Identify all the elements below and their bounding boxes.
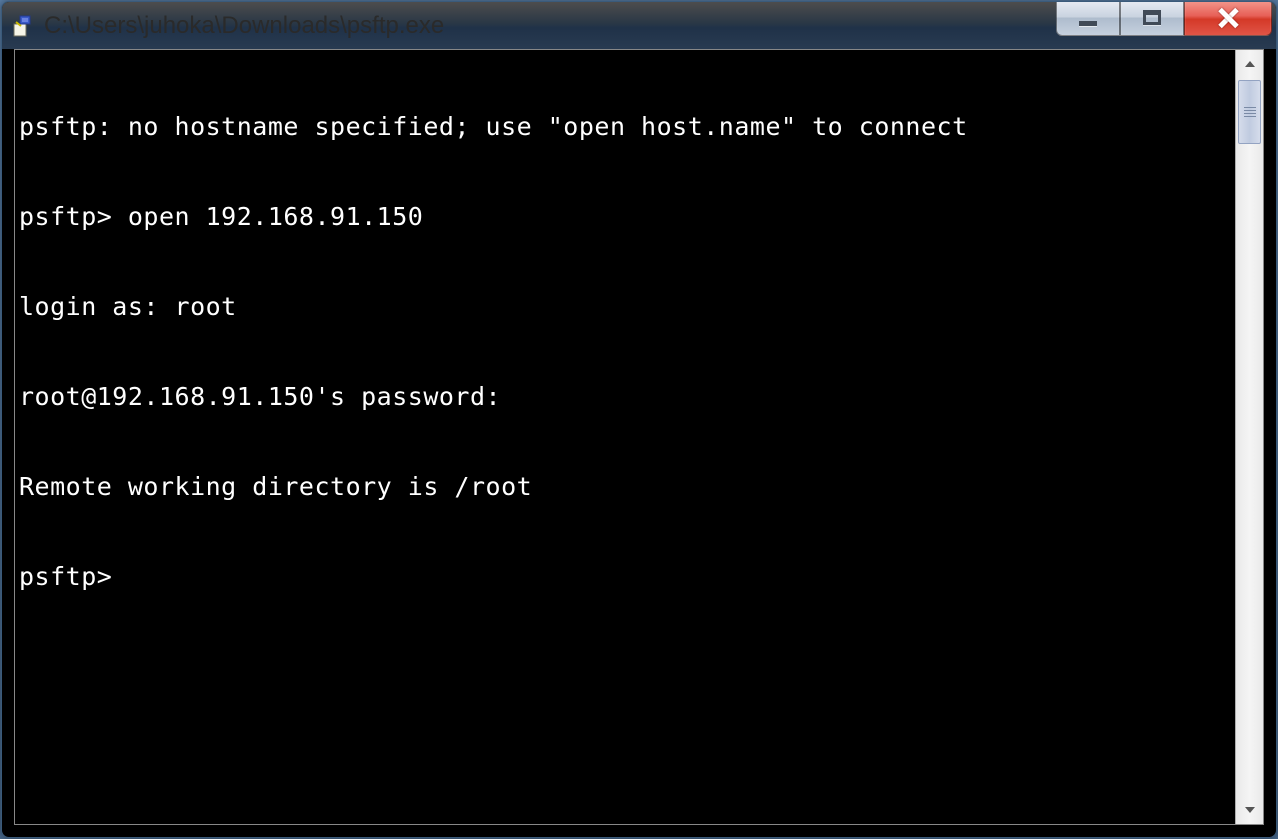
- minimize-button[interactable]: [1056, 1, 1120, 36]
- terminal-line: login as: root: [19, 292, 1231, 322]
- terminal-line: Remote working directory is /root: [19, 472, 1231, 502]
- vertical-scrollbar[interactable]: [1235, 50, 1263, 824]
- chevron-up-icon: [1245, 61, 1255, 67]
- terminal-line: psftp>: [19, 562, 1231, 592]
- terminal-line: root@192.168.91.150's password:: [19, 382, 1231, 412]
- minimize-icon: [1079, 21, 1097, 26]
- window-controls: [1056, 1, 1272, 36]
- scroll-track[interactable]: [1236, 78, 1263, 796]
- window-title: C:\Users\juhoka\Downloads\psftp.exe: [44, 12, 444, 40]
- close-button[interactable]: [1184, 1, 1272, 36]
- titlebar[interactable]: C:\Users\juhoka\Downloads\psftp.exe: [2, 2, 1276, 49]
- scroll-down-button[interactable]: [1236, 796, 1263, 824]
- client-area: psftp: no hostname specified; use "open …: [14, 49, 1264, 825]
- chevron-down-icon: [1245, 807, 1255, 813]
- scroll-thumb[interactable]: [1238, 80, 1261, 144]
- terminal-line: psftp> open 192.168.91.150: [19, 202, 1231, 232]
- terminal-output[interactable]: psftp: no hostname specified; use "open …: [15, 50, 1235, 824]
- scroll-up-button[interactable]: [1236, 50, 1263, 78]
- app-icon: [12, 14, 36, 38]
- close-icon: [1217, 7, 1239, 29]
- scroll-grip-icon: [1244, 107, 1256, 117]
- maximize-button[interactable]: [1120, 1, 1184, 36]
- terminal-line: psftp: no hostname specified; use "open …: [19, 112, 1231, 142]
- maximize-icon: [1143, 10, 1161, 25]
- app-window: C:\Users\juhoka\Downloads\psftp.exe psft…: [1, 1, 1277, 838]
